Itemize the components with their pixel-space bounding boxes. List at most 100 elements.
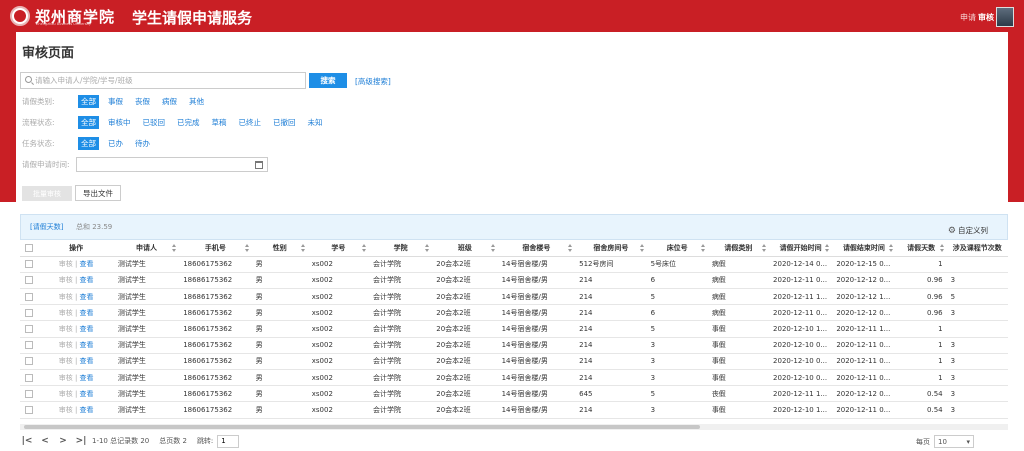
calendar-icon[interactable] <box>255 161 263 169</box>
view-link[interactable]: 查看 <box>80 406 94 414</box>
row-checkbox[interactable] <box>20 337 39 354</box>
chip-sick-leave[interactable]: 病假 <box>159 95 180 108</box>
column-header[interactable]: 请假结束时间 <box>832 240 896 257</box>
scrollbar-thumb[interactable] <box>24 425 700 429</box>
select-all-checkbox[interactable] <box>20 240 39 257</box>
table-row[interactable]: 审核 | 查看 测试学生 18606175362 男 xs002 会计学院 20会本2班 14… <box>20 256 1008 273</box>
view-link[interactable]: 查看 <box>80 357 94 365</box>
prev-page-button[interactable]: < <box>38 434 52 448</box>
column-header[interactable]: 性别 <box>251 240 308 257</box>
table-row[interactable]: 审核 | 查看 测试学生 18686175362 男 xs002 会计学院 20会本2班 14… <box>20 272 1008 290</box>
chip-all[interactable]: 全部 <box>78 94 99 108</box>
row-checkbox[interactable] <box>20 288 39 306</box>
column-header[interactable]: 请假天数 <box>895 240 947 257</box>
chip-completed[interactable]: 已完成 <box>174 116 203 129</box>
review-link[interactable]: 审核 <box>59 276 73 284</box>
chip-reviewing[interactable]: 审核中 <box>105 116 134 129</box>
table-cell: 2020-12-11 0... <box>769 304 833 322</box>
column-header[interactable]: 学号 <box>307 240 369 257</box>
user-name[interactable]: 审核 <box>978 12 994 23</box>
chip-rejected[interactable]: 已驳回 <box>140 116 169 129</box>
table-cell: 测试学生 <box>113 337 180 354</box>
row-checkbox[interactable] <box>20 353 39 371</box>
chip-all[interactable]: 全部 <box>78 115 99 129</box>
review-link[interactable]: 审核 <box>59 341 73 349</box>
view-link[interactable]: 查看 <box>80 309 94 317</box>
table-cell: 病假 <box>707 256 770 273</box>
table-row[interactable]: 审核 | 查看 测试学生 18606175362 男 xs002 会计学院 20会本2班 14… <box>20 369 1008 387</box>
column-header[interactable]: 请假开始时间 <box>769 240 833 257</box>
chip-bereavement-leave[interactable]: 丧假 <box>132 95 153 108</box>
table-cell: 18606175362 <box>179 385 252 403</box>
batch-review-button[interactable]: 批量审核 <box>22 186 72 201</box>
table-row[interactable]: 审核 | 查看 测试学生 18606175362 男 xs002 会计学院 20会本2班 14… <box>20 304 1008 322</box>
search-input[interactable] <box>35 75 303 86</box>
table-row[interactable]: 审核 | 查看 测试学生 18606175362 男 xs002 会计学院 20会本2班 14… <box>20 353 1008 371</box>
chip-personal-leave[interactable]: 事假 <box>105 95 126 108</box>
chip-draft[interactable]: 草稿 <box>209 116 230 129</box>
row-checkbox[interactable] <box>20 272 39 290</box>
review-link[interactable]: 审核 <box>59 390 73 398</box>
advanced-search-link[interactable]: [高级搜索] <box>355 76 391 87</box>
first-page-button[interactable]: |< <box>20 434 34 448</box>
column-header[interactable]: 申请人 <box>113 240 180 257</box>
leave-days-link[interactable]: [请假天数] <box>30 222 63 232</box>
column-header[interactable]: 宿舍房间号 <box>575 240 647 257</box>
review-link[interactable]: 审核 <box>59 309 73 317</box>
view-link[interactable]: 查看 <box>80 260 94 268</box>
user-menu[interactable]: 申请 审核 <box>960 6 1014 28</box>
table-cell: 18686175362 <box>179 288 252 306</box>
row-checkbox[interactable] <box>20 320 39 338</box>
row-checkbox[interactable] <box>20 369 39 387</box>
horizontal-scrollbar[interactable] <box>20 424 1008 430</box>
export-button[interactable]: 导出文件 <box>75 185 121 201</box>
view-link[interactable]: 查看 <box>80 293 94 301</box>
view-link[interactable]: 查看 <box>80 374 94 382</box>
table-row[interactable]: 审核 | 查看 测试学生 18606175362 男 xs002 会计学院 20会本2班 14… <box>20 385 1008 403</box>
table-cell: 20会本2班 <box>432 304 498 322</box>
date-range-input[interactable] <box>76 157 268 172</box>
table-row[interactable]: 审核 | 查看 测试学生 18686175362 男 xs002 会计学院 20会本2班 14… <box>20 288 1008 306</box>
review-link[interactable]: 审核 <box>59 293 73 301</box>
table-cell: 测试学生 <box>113 256 180 273</box>
row-checkbox[interactable] <box>20 304 39 322</box>
view-link[interactable]: 查看 <box>80 341 94 349</box>
review-link[interactable]: 审核 <box>59 260 73 268</box>
table-row[interactable]: 审核 | 查看 测试学生 18606175362 男 xs002 会计学院 20会本2班 14… <box>20 337 1008 354</box>
column-header[interactable]: 宿舍楼号 <box>497 240 576 257</box>
table-row[interactable]: 审核 | 查看 测试学生 18606175362 男 xs002 会计学院 20会本2班 14… <box>20 401 1008 419</box>
column-header[interactable]: 手机号 <box>179 240 252 257</box>
per-page-select[interactable]: 10 ▾ <box>934 435 974 448</box>
chip-other[interactable]: 其他 <box>186 95 207 108</box>
table-cell: 男 <box>251 369 308 387</box>
jump-page-input[interactable] <box>217 434 240 448</box>
chip-done[interactable]: 已办 <box>105 137 126 150</box>
side-band-left <box>0 32 16 202</box>
view-link[interactable]: 查看 <box>80 325 94 333</box>
table-row[interactable]: 审核 | 查看 测试学生 18606175362 男 xs002 会计学院 20会本2班 14… <box>20 320 1008 338</box>
row-checkbox[interactable] <box>20 385 39 403</box>
column-header[interactable]: 班级 <box>432 240 498 257</box>
row-checkbox[interactable] <box>20 256 39 273</box>
chip-terminated[interactable]: 已终止 <box>236 116 265 129</box>
review-link[interactable]: 审核 <box>59 374 73 382</box>
column-header[interactable]: 请假类别 <box>707 240 770 257</box>
row-checkbox[interactable] <box>20 401 39 419</box>
view-link[interactable]: 查看 <box>80 390 94 398</box>
column-header[interactable]: 涉及课程节次数 <box>946 240 1008 257</box>
review-link[interactable]: 审核 <box>59 325 73 333</box>
review-link[interactable]: 审核 <box>59 406 73 414</box>
review-link[interactable]: 审核 <box>59 357 73 365</box>
column-header[interactable]: 床位号 <box>646 240 708 257</box>
view-link[interactable]: 查看 <box>80 276 94 284</box>
avatar[interactable] <box>996 7 1014 27</box>
column-header[interactable]: 学院 <box>369 240 433 257</box>
chip-todo[interactable]: 待办 <box>132 137 153 150</box>
chip-unknown[interactable]: 未知 <box>305 116 326 129</box>
customize-columns-button[interactable]: ⚙ 自定义列 <box>948 225 988 236</box>
search-button[interactable]: 搜索 <box>309 73 347 88</box>
chip-withdrawn[interactable]: 已撤回 <box>270 116 299 129</box>
last-page-button[interactable]: >| <box>74 434 88 448</box>
chip-all[interactable]: 全部 <box>78 136 99 150</box>
next-page-button[interactable]: > <box>56 434 70 448</box>
